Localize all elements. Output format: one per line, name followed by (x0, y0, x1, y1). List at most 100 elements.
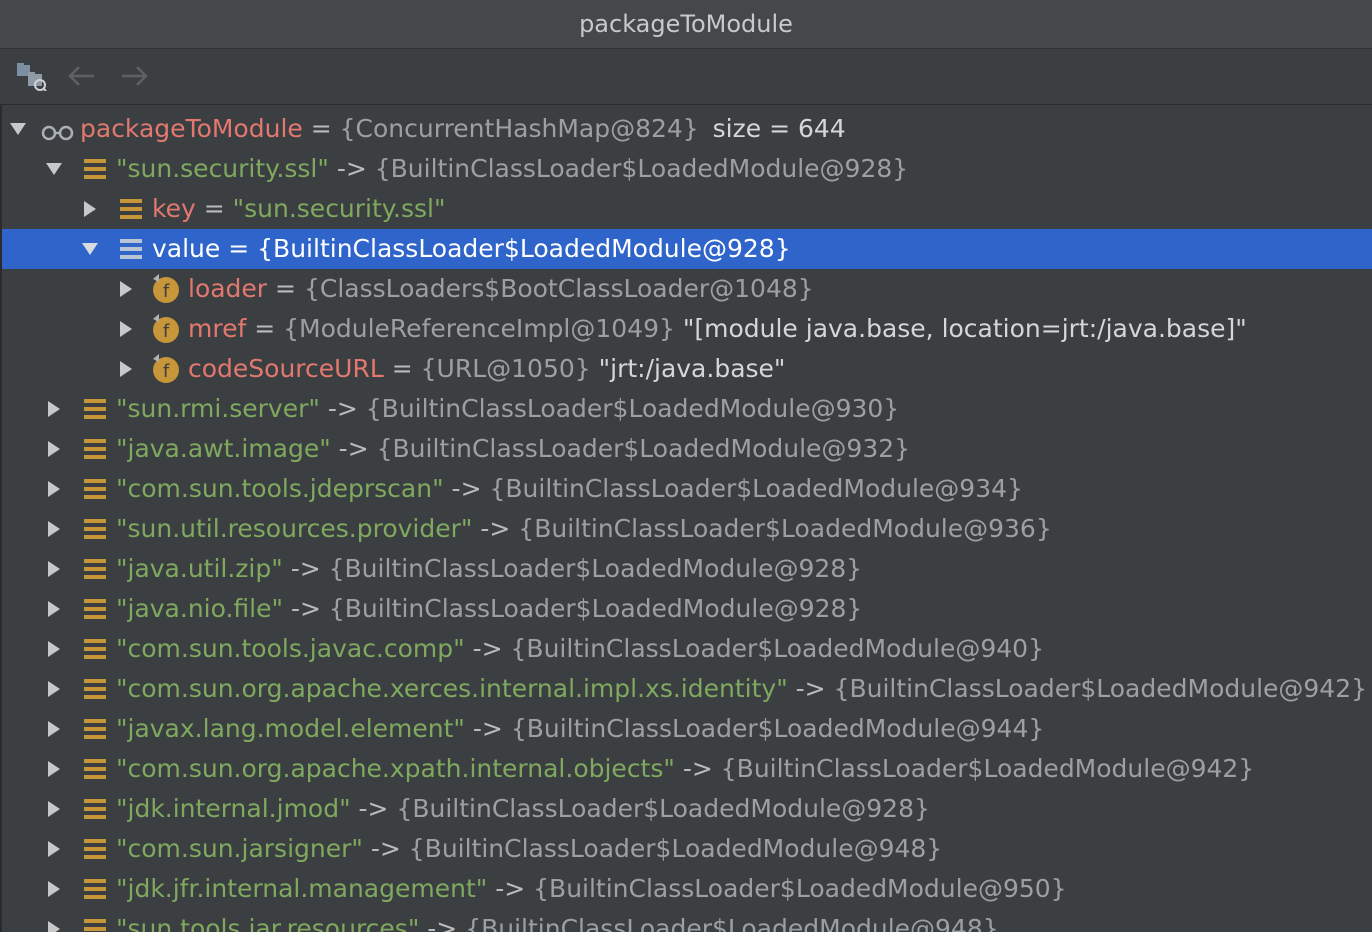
map-entry-row[interactable]: "javax.lang.model.element" -> {BuiltinCl… (2, 709, 1372, 749)
map-entry-row[interactable]: "java.awt.image" -> {BuiltinClassLoader$… (2, 429, 1372, 469)
collapsed-arrow-icon[interactable] (44, 669, 64, 709)
collapsed-arrow-icon[interactable] (44, 789, 64, 829)
collapsed-arrow-icon[interactable] (44, 389, 64, 429)
collapsed-arrow-icon[interactable] (44, 909, 64, 932)
collapsed-arrow-icon[interactable] (44, 549, 64, 589)
arrow-sign: -> (472, 714, 503, 743)
field-row-mref[interactable]: f mref = {ModuleReferenceImpl@1049} "[mo… (2, 309, 1372, 349)
arrow-sign: -> (338, 434, 369, 463)
entry-value: {BuiltinClassLoader$LoadedModule@936} (518, 514, 1052, 543)
map-entry-icon (82, 635, 110, 663)
entry-value: {BuiltinClassLoader$LoadedModule@934} (489, 474, 1023, 503)
map-entry-row[interactable]: "java.util.zip" -> {BuiltinClassLoader$L… (2, 549, 1372, 589)
collapsed-arrow-icon[interactable] (44, 869, 64, 909)
collapsed-arrow-icon[interactable] (44, 509, 64, 549)
field-row-codesourceurl[interactable]: f codeSourceURL = {URL@1050} "jrt:/java.… (2, 349, 1372, 389)
collapsed-arrow-icon[interactable] (44, 589, 64, 629)
value-row-selected[interactable]: value = {BuiltinClassLoader$LoadedModule… (2, 229, 1372, 269)
entry-value: {BuiltinClassLoader$LoadedModule@948} (408, 834, 943, 863)
collapsed-arrow-icon[interactable] (116, 349, 136, 389)
map-entry-row[interactable]: "jdk.internal.jmod" -> {BuiltinClassLoad… (2, 789, 1372, 829)
map-entry-row[interactable]: "com.sun.jarsigner" -> {BuiltinClassLoad… (2, 829, 1372, 869)
expanded-arrow-icon[interactable] (44, 149, 64, 189)
key-row[interactable]: key = "sun.security.ssl" (2, 189, 1372, 229)
collapsed-arrow-icon[interactable] (116, 309, 136, 349)
arrow-sign: -> (495, 874, 526, 903)
expanded-arrow-icon[interactable] (8, 109, 28, 149)
collapsed-arrow-icon[interactable] (44, 469, 64, 509)
equals-sign: = (228, 234, 250, 263)
arrow-sign: -> (370, 834, 401, 863)
arrow-sign: -> (290, 594, 321, 623)
watch-glasses-icon (40, 117, 76, 145)
field-f-icon: f (150, 273, 182, 305)
map-entry-icon (82, 435, 110, 463)
field-value: "sun.security.ssl" (232, 194, 446, 223)
jump-to-type-icon[interactable] (14, 61, 48, 91)
field-name: mref (188, 314, 247, 343)
entry-key: "sun.tools.jar.resources" (116, 914, 420, 932)
entry-value: {BuiltinClassLoader$LoadedModule@930} (365, 394, 900, 423)
map-entry-icon (82, 555, 110, 583)
collapsed-arrow-icon[interactable] (44, 709, 64, 749)
object-ref: {ConcurrentHashMap@824} (339, 114, 699, 143)
arrow-sign: -> (480, 514, 511, 543)
map-entry-row[interactable]: "sun.util.resources.provider" -> {Builti… (2, 509, 1372, 549)
map-entry-icon (82, 155, 110, 183)
entry-value: {BuiltinClassLoader$LoadedModule@948} (465, 914, 999, 932)
forward-arrow-icon[interactable] (118, 61, 152, 91)
entry-key: "java.util.zip" (116, 554, 283, 583)
map-entry-row[interactable]: "sun.rmi.server" -> {BuiltinClassLoader$… (2, 389, 1372, 429)
map-entry-row[interactable]: "com.sun.tools.jdeprscan" -> {BuiltinCla… (2, 469, 1372, 509)
collapsed-arrow-icon[interactable] (44, 749, 64, 789)
map-entry-icon (82, 515, 110, 543)
map-entry-row[interactable]: "sun.tools.jar.resources" -> {BuiltinCla… (2, 909, 1372, 932)
field-row-loader[interactable]: f loader = {ClassLoaders$BootClassLoader… (2, 269, 1372, 309)
equals-sign: = (203, 194, 225, 223)
map-entry-icon (118, 195, 146, 223)
svg-text:f: f (163, 281, 170, 302)
equals-sign: = (254, 314, 276, 343)
collapsed-arrow-icon[interactable] (116, 269, 136, 309)
entry-key: "com.sun.org.apache.xpath.internal.objec… (116, 754, 675, 783)
entry-key: "jdk.jfr.internal.management" (116, 874, 488, 903)
entry-key: "com.sun.org.apache.xerces.internal.impl… (116, 674, 788, 703)
map-entry-icon (82, 915, 110, 932)
field-name: value (152, 234, 221, 263)
entry-value: {BuiltinClassLoader$LoadedModule@928} (374, 154, 909, 183)
map-entry-icon (82, 595, 110, 623)
entry-key: "com.sun.tools.javac.comp" (116, 634, 465, 663)
expanded-arrow-icon[interactable] (80, 229, 100, 269)
field-value: {BuiltinClassLoader$LoadedModule@928} (257, 234, 791, 263)
to-string-value: "jrt:/java.base" (598, 354, 786, 383)
equals-sign: = (275, 274, 296, 303)
equals-sign: = (310, 114, 332, 143)
arrow-sign: -> (795, 674, 826, 703)
entry-value: {BuiltinClassLoader$LoadedModule@928} (328, 594, 863, 623)
variables-tree: packageToModule = {ConcurrentHashMap@824… (0, 105, 1372, 932)
tree-row-root[interactable]: packageToModule = {ConcurrentHashMap@824… (2, 109, 1372, 149)
map-entry-row[interactable]: "jdk.jfr.internal.management" -> {Builti… (2, 869, 1372, 909)
arrow-sign: -> (290, 554, 321, 583)
map-entry-row[interactable]: "com.sun.tools.javac.comp" -> {BuiltinCl… (2, 629, 1372, 669)
back-arrow-icon[interactable] (64, 61, 98, 91)
collapsed-arrow-icon[interactable] (44, 629, 64, 669)
collapsed-arrow-icon[interactable] (44, 829, 64, 869)
map-entry-icon (82, 675, 110, 703)
toolbar (0, 49, 1372, 105)
map-entry-row[interactable]: "java.nio.file" -> {BuiltinClassLoader$L… (2, 589, 1372, 629)
field-name: loader (188, 274, 268, 303)
entry-value: {BuiltinClassLoader$LoadedModule@942} (720, 754, 1255, 783)
collapsed-arrow-icon[interactable] (80, 189, 100, 229)
map-entry-row[interactable]: "sun.security.ssl" -> {BuiltinClassLoade… (2, 149, 1372, 189)
map-entry-row[interactable]: "com.sun.org.apache.xerces.internal.impl… (2, 669, 1372, 709)
svg-text:f: f (163, 361, 170, 382)
window-title: packageToModule (0, 0, 1372, 49)
arrow-sign: -> (472, 634, 503, 663)
entry-key: "com.sun.tools.jdeprscan" (116, 474, 444, 503)
entry-key: "java.awt.image" (116, 434, 331, 463)
map-entry-icon (82, 395, 110, 423)
to-string-value: "[module java.base, location=jrt:/java.b… (682, 314, 1247, 343)
map-entry-row[interactable]: "com.sun.org.apache.xpath.internal.objec… (2, 749, 1372, 789)
collapsed-arrow-icon[interactable] (44, 429, 64, 469)
